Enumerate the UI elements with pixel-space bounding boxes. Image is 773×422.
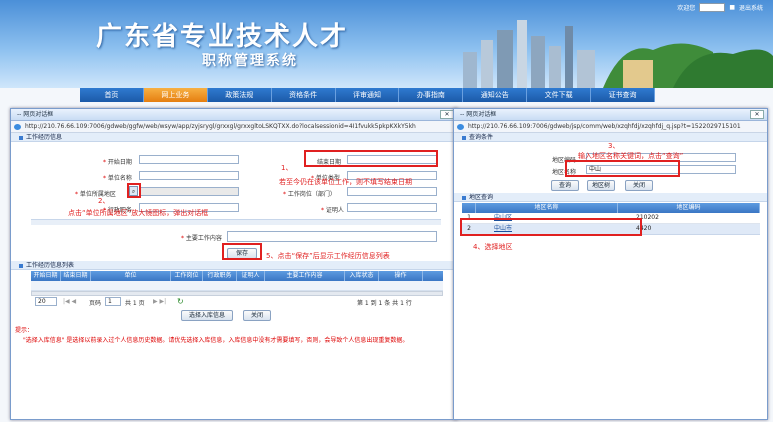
browser-icon <box>14 124 21 130</box>
annotation-3: 3、 <box>608 142 620 150</box>
region-tree-button[interactable]: 地区树 <box>587 180 615 191</box>
col-region-name[interactable]: 地区名称 <box>476 203 618 213</box>
col-end[interactable]: 结束日期 <box>61 271 91 281</box>
highlight-end-date <box>304 150 438 167</box>
nav-item-qualification[interactable]: 资格条件 <box>272 88 336 102</box>
highlight-magnifier <box>127 183 141 198</box>
user-icon: ■ <box>729 4 735 11</box>
user-select[interactable] <box>699 3 726 12</box>
section-work-info: 工作经历信息 <box>11 133 457 142</box>
content-label: * 主要工作内容 <box>181 235 222 242</box>
refresh-icon[interactable]: ↻ <box>177 297 184 306</box>
city-skyline-banner <box>463 20 773 88</box>
query-button[interactable]: 查询 <box>551 180 579 191</box>
col-idx <box>462 203 476 213</box>
close-button[interactable]: 关闭 <box>243 310 271 321</box>
post-label: * 工作岗位（部门） <box>283 191 336 198</box>
annotation-5: 5、点击“保存”后显示工作经历信息列表 <box>266 252 390 260</box>
dialog-titlebar-right: -- 网页对话框 ✕ <box>454 109 767 121</box>
dialog-titlebar: -- 网页对话框 ✕ <box>11 109 457 121</box>
col-post[interactable]: 工作岗位 <box>171 271 203 281</box>
close-button-right[interactable]: 关闭 <box>625 180 653 191</box>
col-unit[interactable]: 单位 <box>91 271 171 281</box>
col-witness[interactable]: 证明人 <box>237 271 265 281</box>
unit-name-input[interactable] <box>139 171 239 180</box>
logout-link[interactable]: 退出系统 <box>739 3 763 12</box>
content-input[interactable] <box>227 231 437 242</box>
annotation-1-text: 若至今仍在该单位工作，则不填写结束日期 <box>279 178 412 186</box>
annotation-2-text: 点击“单位所属地区”放大镜图标，弹出对话框 <box>68 209 209 217</box>
nav-item-guide[interactable]: 办事指南 <box>399 88 464 102</box>
form-divider <box>31 219 441 225</box>
section-region-result: 地区查询 <box>454 193 767 202</box>
table-row[interactable] <box>31 281 443 291</box>
page-label: 页码 <box>89 300 102 307</box>
close-icon[interactable]: ✕ <box>440 110 454 119</box>
col-action[interactable]: 操作 <box>379 271 423 281</box>
pager-summary: 第 1 到 1 条 共 1 行 <box>357 300 412 307</box>
nav-item-cert[interactable]: 证书查询 <box>591 88 656 102</box>
nav-item-policy[interactable]: 政策法规 <box>208 88 272 102</box>
browser-icon <box>457 124 464 130</box>
tip-text: "选择入库信息" 是选择以前录入过个人信息历史数据。请优先选择入库信息，入库信息… <box>23 337 409 344</box>
address-bar: http://210.76.66.109:7006/gdweb/ggfw/web… <box>11 121 457 133</box>
page-size-select[interactable]: 20 <box>35 297 57 306</box>
site-subtitle: 职称管理系统 <box>202 53 298 69</box>
unit-region-label: * 单位所属地区 <box>75 191 116 198</box>
col-region-code[interactable]: 地区编码 <box>618 203 760 213</box>
col-status[interactable]: 入库状态 <box>345 271 379 281</box>
tip-title: 提示： <box>15 327 34 334</box>
annotation-1: 1、 <box>281 164 293 172</box>
nav-item-notice[interactable]: 通知公告 <box>463 88 528 102</box>
region-table-header: 地区名称 地区编码 <box>462 203 760 213</box>
post-input[interactable] <box>347 187 437 196</box>
section-work-list: 工作经历信息列表 <box>11 261 457 270</box>
main-nav: 首页 网上业务 政策法规 资格条件 评审通知 办事指南 通知公告 文件下载 证书… <box>80 88 656 102</box>
unit-region-input[interactable] <box>139 187 239 196</box>
witness-label: * 证明人 <box>321 207 344 214</box>
welcome-label: 欢迎您 <box>677 5 696 12</box>
dialog-title: -- 网页对话框 <box>17 111 54 118</box>
highlight-region-row <box>460 218 642 236</box>
total-pages: 共 1 页 <box>125 300 145 307</box>
select-record-button[interactable]: 选择入库信息 <box>181 310 233 321</box>
col-content[interactable]: 主要工作内容 <box>265 271 345 281</box>
annotation-3-text: 输入地区名称关键词，点击“查询” <box>578 152 684 160</box>
work-list-header: 开始日期 结束日期 单位 工作岗位 行政职务 证明人 主要工作内容 入库状态 操… <box>31 271 443 281</box>
nav-item-review[interactable]: 评审通知 <box>336 88 400 102</box>
address-url-right: http://210.76.66.109:7006/gdweb/jsp/comm… <box>468 123 741 130</box>
highlight-region-name <box>565 160 680 177</box>
site-header: 广东省专业技术人才 职称管理系统 欢迎您 ■ 退出系统 <box>0 0 773 88</box>
address-url: http://210.76.66.109:7006/gdweb/ggfw/web… <box>25 123 416 130</box>
unit-name-label: * 单位名称 <box>103 175 132 182</box>
col-start[interactable]: 开始日期 <box>31 271 61 281</box>
annotation-2: 2、 <box>98 197 110 205</box>
table-scrollbar[interactable] <box>31 291 443 296</box>
nav-item-online[interactable]: 网上业务 <box>143 88 208 102</box>
address-bar-right: http://210.76.66.109:7006/gdweb/jsp/comm… <box>454 121 767 133</box>
witness-input[interactable] <box>347 203 437 212</box>
site-title: 广东省专业技术人才 <box>96 22 349 52</box>
nav-item-download[interactable]: 文件下载 <box>527 88 592 102</box>
dialog-title-right: -- 网页对话框 <box>460 111 497 118</box>
first-page-icon[interactable]: |◀ ◀ <box>63 298 76 305</box>
col-admin[interactable]: 行政职务 <box>203 271 237 281</box>
page-input[interactable]: 1 <box>105 297 121 306</box>
user-bar: 欢迎您 ■ 退出系统 <box>677 3 763 12</box>
nav-item-home[interactable]: 首页 <box>80 88 144 102</box>
close-icon[interactable]: ✕ <box>750 110 764 119</box>
start-date-input[interactable] <box>139 155 239 164</box>
next-page-icon[interactable]: ▶ ▶| <box>153 298 166 305</box>
annotation-4: 4、选择地区 <box>473 243 513 251</box>
highlight-save <box>222 243 262 260</box>
start-date-label: * 开始日期 <box>103 159 132 166</box>
